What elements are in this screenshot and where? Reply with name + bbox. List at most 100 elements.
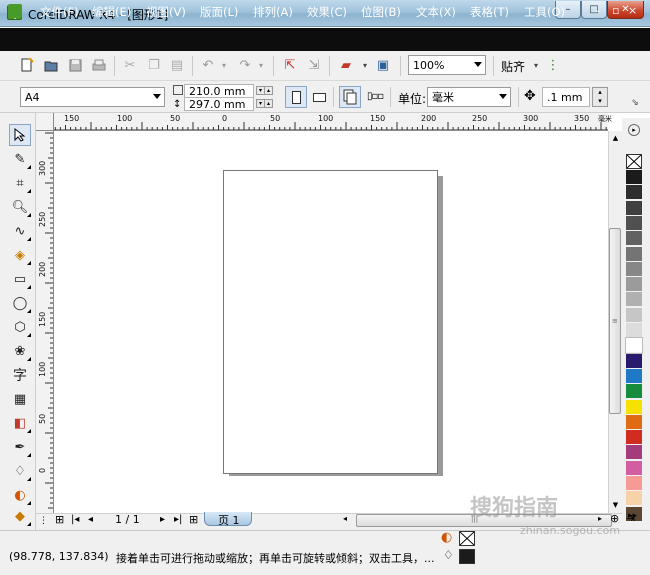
menu-file[interactable]: 文件(F) [40,4,79,20]
document-page[interactable] [223,170,438,474]
application-launcher-icon[interactable]: ▰ [337,56,355,74]
new-document-icon[interactable] [18,56,36,74]
color-swatch[interactable] [626,200,642,216]
color-swatch[interactable] [626,353,642,369]
color-swatch[interactable] [626,277,642,293]
page-height-field[interactable]: 297.0 mm [184,97,254,111]
table-tool-icon[interactable]: ▦ [9,388,31,410]
menu-effects[interactable]: 效果(C) [307,4,347,20]
menu-view[interactable]: 视图(V) [146,4,186,20]
color-swatch[interactable] [626,231,642,247]
width-spin-up[interactable]: ▴ [264,86,273,95]
save-icon[interactable] [66,56,84,74]
fill-tool-icon[interactable]: ◐ [9,484,31,506]
import-icon[interactable]: ⇱ [281,56,299,74]
outline-pen-icon[interactable]: ♢ [443,548,454,562]
zoom-tool-icon[interactable]: 🔍︎ [9,196,31,218]
units-dropdown[interactable]: 毫米 [427,87,511,107]
menu-bitmaps[interactable]: 位图(B) [361,4,401,20]
fill-color-swatch[interactable] [459,531,475,546]
launcher-dropdown-icon[interactable]: ▾ [356,56,374,74]
menu-tools[interactable]: 工具(O) [524,4,565,20]
color-swatch[interactable] [626,430,642,446]
previous-page-icon[interactable]: ◂ [88,514,93,525]
snap-dropdown-icon[interactable]: ▾ [527,56,545,74]
color-swatch[interactable] [626,384,642,400]
polygon-tool-icon[interactable]: ⬡ [9,316,31,338]
paper-size-dropdown[interactable]: A4 [20,87,165,107]
document-icon[interactable] [8,4,22,18]
all-pages-button[interactable] [339,86,361,108]
color-swatch[interactable] [626,215,642,231]
snap-to-dropdown[interactable]: 贴齐 [501,58,525,75]
color-swatch[interactable] [626,261,642,277]
color-swatch[interactable] [626,368,642,384]
interactive-fill-tool-icon[interactable]: ◆ [9,505,31,527]
duplicate-distance-icon[interactable]: ⇘ [626,94,644,112]
current-page-icon[interactable]: ▯▫▫ [367,91,384,102]
rectangle-tool-icon[interactable]: ▭ [9,268,31,290]
first-page-icon[interactable]: |◂ [71,514,79,525]
menu-table[interactable]: 表格(T) [470,4,509,20]
print-icon[interactable] [90,56,108,74]
next-page-icon[interactable]: ▸ [160,514,165,525]
height-spin-up[interactable]: ▴ [264,99,273,108]
page-tab[interactable]: 页 1 [204,512,252,527]
palette-scroll-up-icon[interactable]: ▸ [628,124,640,136]
eyedropper-tool-icon[interactable]: ✒ [9,436,31,458]
color-swatch[interactable] [626,445,642,461]
last-page-icon[interactable]: ▸| [174,514,182,525]
nudge-spinner[interactable]: ▴ ▾ [592,87,608,107]
no-color-swatch[interactable] [626,154,642,169]
export-icon[interactable]: ⇲ [305,56,323,74]
undo-dropdown-icon[interactable]: ▾ [215,56,233,74]
vertical-scroll-thumb[interactable]: ≡ [609,228,621,414]
pick-tool-icon[interactable] [9,124,31,146]
interactive-blend-tool-icon[interactable]: ◧ [9,412,31,434]
text-tool-icon[interactable]: 字 [9,364,31,386]
mdi-minimize-button[interactable]: – [595,4,601,17]
scroll-up-arrow-icon[interactable]: ▲ [610,131,621,145]
freehand-tool-icon[interactable]: ∿ [9,220,31,242]
add-page-before-icon[interactable]: ⊞ [55,513,64,526]
paste-icon[interactable]: ▤ [168,56,186,74]
scroll-down-arrow-icon[interactable]: ▼ [610,498,621,512]
fill-indicator-icon[interactable]: ◐ [441,530,452,545]
color-swatch[interactable] [626,414,642,430]
cut-icon[interactable]: ✂ [121,56,139,74]
color-swatch[interactable] [626,307,642,323]
open-folder-icon[interactable] [42,56,60,74]
menu-layout[interactable]: 版面(L) [200,4,238,20]
copy-icon[interactable]: ❐ [145,56,163,74]
color-swatch[interactable] [626,323,642,338]
color-swatch[interactable] [625,337,643,355]
color-swatch[interactable] [626,476,642,491]
options-icon[interactable]: ⋮ [544,56,562,74]
basic-shapes-tool-icon[interactable]: ❀ [9,340,31,362]
nudge-distance-field[interactable]: .1 mm [542,87,590,107]
color-swatch[interactable] [626,246,642,262]
shape-tool-icon[interactable]: ✎ [9,148,31,170]
menu-text[interactable]: 文本(X) [416,4,456,20]
color-swatch[interactable] [626,460,642,476]
zoom-level-dropdown[interactable]: 100% [408,55,486,75]
ruler-origin-corner[interactable] [36,113,54,131]
redo-dropdown-icon[interactable]: ▾ [252,56,270,74]
color-swatch[interactable] [626,491,642,507]
portrait-button[interactable] [285,86,307,108]
mdi-restore-button[interactable]: ▫ [612,4,619,17]
smart-fill-tool-icon[interactable]: ◈ [9,244,31,266]
menu-edit[interactable]: 编辑(E) [92,4,131,20]
outline-tool-icon[interactable]: ♢ [9,460,31,482]
landscape-icon[interactable] [313,93,326,102]
crop-tool-icon[interactable]: ⌗ [9,172,31,194]
mdi-close-button[interactable]: × [628,4,637,17]
menu-arrange[interactable]: 排列(A) [253,4,293,20]
outline-color-swatch[interactable] [459,549,475,564]
color-swatch[interactable] [626,399,642,415]
color-swatch[interactable] [626,185,642,201]
add-page-after-icon[interactable]: ⊞ [189,513,198,526]
scroll-left-arrow-icon[interactable]: ◂ [343,514,347,523]
navigator-end-icon[interactable]: ⇥ [626,512,635,525]
color-swatch[interactable] [626,170,642,185]
